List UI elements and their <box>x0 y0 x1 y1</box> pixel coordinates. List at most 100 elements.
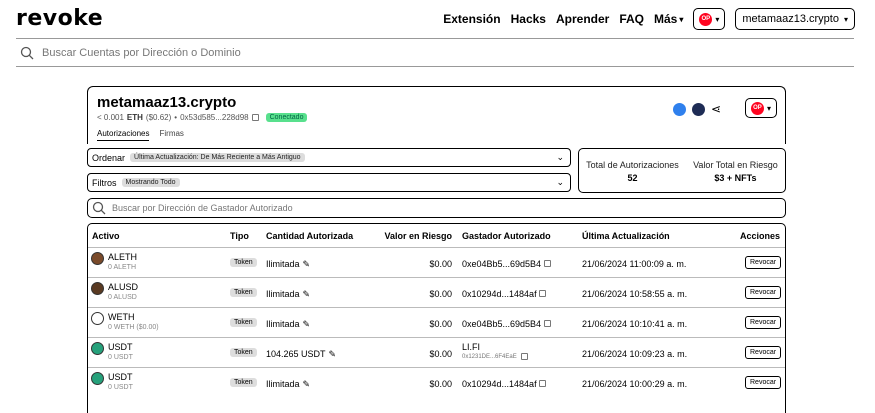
type-badge: Token <box>230 258 257 267</box>
col-actions: Acciones <box>739 231 780 241</box>
revoke-button[interactable]: Revocar <box>745 316 782 329</box>
filter-value: Mostrando Todo <box>121 178 180 187</box>
table-row: ALUSD 0 ALUSD Token Ilimitada ✎ $0.00 0x10… <box>88 277 785 307</box>
edit-icon[interactable]: ✎ <box>303 289 311 299</box>
sort-select[interactable]: Ordenar Última Actualización: De Más Rec… <box>87 148 571 167</box>
chevron-down-icon: ▾ <box>843 14 848 24</box>
token-icon <box>91 372 104 385</box>
revoke-button[interactable]: Revocar <box>745 286 782 299</box>
type-badge: Token <box>230 318 257 327</box>
asset-name[interactable]: WETH <box>108 312 159 322</box>
nav-more[interactable]: Más ▾ <box>654 12 683 26</box>
spender-search-input[interactable] <box>112 203 785 213</box>
account-search <box>16 38 854 67</box>
col-asset: Activo <box>92 231 120 241</box>
amount-cell: Ilimitada ✎ <box>266 319 310 330</box>
amount-value: Ilimitada <box>266 289 300 299</box>
revoke-button[interactable]: Revocar <box>745 376 782 389</box>
copy-icon[interactable] <box>251 114 259 121</box>
risk-value: $0.00 <box>429 319 452 329</box>
spender-address[interactable]: 0x10294d...1484af <box>462 289 537 299</box>
filter-label: Filtros <box>92 177 117 188</box>
updated-time: 21/06/2024 10:09:23 a. m. <box>582 349 688 359</box>
sort-value: Última Actualización: De Más Reciente a … <box>130 153 305 162</box>
chevron-down-icon: ⌄ <box>556 152 564 162</box>
edit-icon[interactable]: ✎ <box>303 319 311 329</box>
account-address: 0x53d585...228d98 <box>180 113 249 122</box>
asset-name[interactable]: USDT <box>108 342 133 352</box>
search-icon <box>20 46 34 59</box>
asset-name[interactable]: ALETH <box>108 252 137 262</box>
nav-faq[interactable]: FAQ <box>619 12 644 26</box>
copy-icon[interactable] <box>539 290 547 297</box>
total-approvals: Total de Autorizaciones 52 <box>586 160 679 192</box>
spender-cell: 0x10294d...1484af <box>462 289 547 299</box>
top-bar: revoke Extensión Hacks Aprender FAQ Más ▾… <box>0 0 875 38</box>
asset-cell: ALETH 0 ALETH <box>91 252 137 271</box>
explorer-icon[interactable] <box>672 102 686 116</box>
type-badge: Token <box>230 348 257 357</box>
search-icon <box>92 201 106 215</box>
col-spender: Gastador Autorizado <box>462 231 551 241</box>
spender-cell: 0xe04Bb5...69d5B4 <box>462 259 551 269</box>
col-risk: Valor en Riesgo <box>384 231 452 241</box>
copy-icon[interactable] <box>539 380 547 387</box>
asset-cell: USDT 0 USDT <box>91 342 133 361</box>
copy-icon[interactable] <box>543 260 551 267</box>
account-details: < 0.001 ETH ($0.62) • 0x53d585...228d98 … <box>97 113 308 122</box>
revoke-button[interactable]: Revocar <box>745 256 782 269</box>
share-icon[interactable]: ⋖ <box>711 102 721 116</box>
risk-value: $0.00 <box>429 379 452 389</box>
tab-signatures[interactable]: Firmas <box>159 129 183 141</box>
copy-icon[interactable] <box>543 320 551 327</box>
col-amount: Cantidad Autorizada <box>266 231 354 241</box>
asset-balance: 0 USDT <box>108 354 133 361</box>
copy-icon[interactable] <box>520 353 528 360</box>
asset-balance: 0 ALUSD <box>108 294 137 301</box>
debank-icon[interactable] <box>691 102 705 116</box>
spender-name[interactable]: LI.FI <box>462 342 528 352</box>
nav-extension[interactable]: Extensión <box>443 12 500 26</box>
asset-cell: USDT 0 USDT <box>91 372 133 391</box>
nav-learn[interactable]: Aprender <box>556 12 609 26</box>
chevron-down-icon: ▾ <box>715 14 720 24</box>
revoke-logo[interactable]: revoke <box>16 6 103 31</box>
asset-name[interactable]: ALUSD <box>108 282 138 292</box>
account-search-input[interactable] <box>42 46 854 59</box>
asset-balance: 0 WETH ($0.00) <box>108 324 159 331</box>
tab-approvals[interactable]: Autorizaciones <box>97 129 150 141</box>
stats-panel: Total de Autorizaciones 52 Valor Total en… <box>578 148 786 193</box>
amount-value: 104.265 USDT <box>266 349 326 359</box>
amount-value: Ilimitada <box>266 379 300 389</box>
token-icon <box>91 252 104 265</box>
amount-cell: Ilimitada ✎ <box>266 289 310 300</box>
card-chain-selector[interactable]: OP ▾ <box>744 98 777 118</box>
spender-address[interactable]: 0xe04Bb5...69d5B4 <box>462 319 541 329</box>
edit-icon[interactable]: ✎ <box>329 349 337 359</box>
chevron-down-icon: ⌄ <box>556 177 564 187</box>
edit-icon[interactable]: ✎ <box>303 379 311 389</box>
type-badge: Token <box>230 288 257 297</box>
updated-time: 21/06/2024 11:00:09 a. m. <box>582 259 687 269</box>
col-updated: Última Actualización <box>582 231 670 241</box>
revoke-button[interactable]: Revocar <box>745 346 782 359</box>
table-row: WETH 0 WETH ($0.00) Token Ilimitada ✎ $0.0… <box>88 307 785 337</box>
spender-address[interactable]: 0x10294d...1484af <box>462 379 537 389</box>
account-links: ⋖ <box>672 102 721 116</box>
balance-amount: < 0.001 <box>97 113 124 122</box>
balance-usd: ($0.62) <box>145 113 172 122</box>
asset-name[interactable]: USDT <box>108 372 133 382</box>
table-row: ALETH 0 ALETH Token Ilimitada ✎ $0.00 0xe0… <box>88 247 785 277</box>
type-badge: Token <box>230 378 257 387</box>
token-icon <box>91 342 104 355</box>
nav-hacks[interactable]: Hacks <box>511 12 546 26</box>
chain-selector[interactable]: OP ▾ <box>693 8 726 30</box>
sort-label: Ordenar <box>92 152 126 163</box>
nav-more-label: Más <box>654 12 678 26</box>
account-button[interactable]: metamaaz13.crypto ▾ <box>735 8 855 30</box>
filter-select[interactable]: Filtros Mostrando Todo ⌄ <box>87 173 571 192</box>
edit-icon[interactable]: ✎ <box>303 259 311 269</box>
total-approvals-value: 52 <box>627 173 638 183</box>
spender-address[interactable]: 0xe04Bb5...69d5B4 <box>462 259 541 269</box>
spender-address: 0x1231DE...6F4EaE <box>462 353 517 360</box>
